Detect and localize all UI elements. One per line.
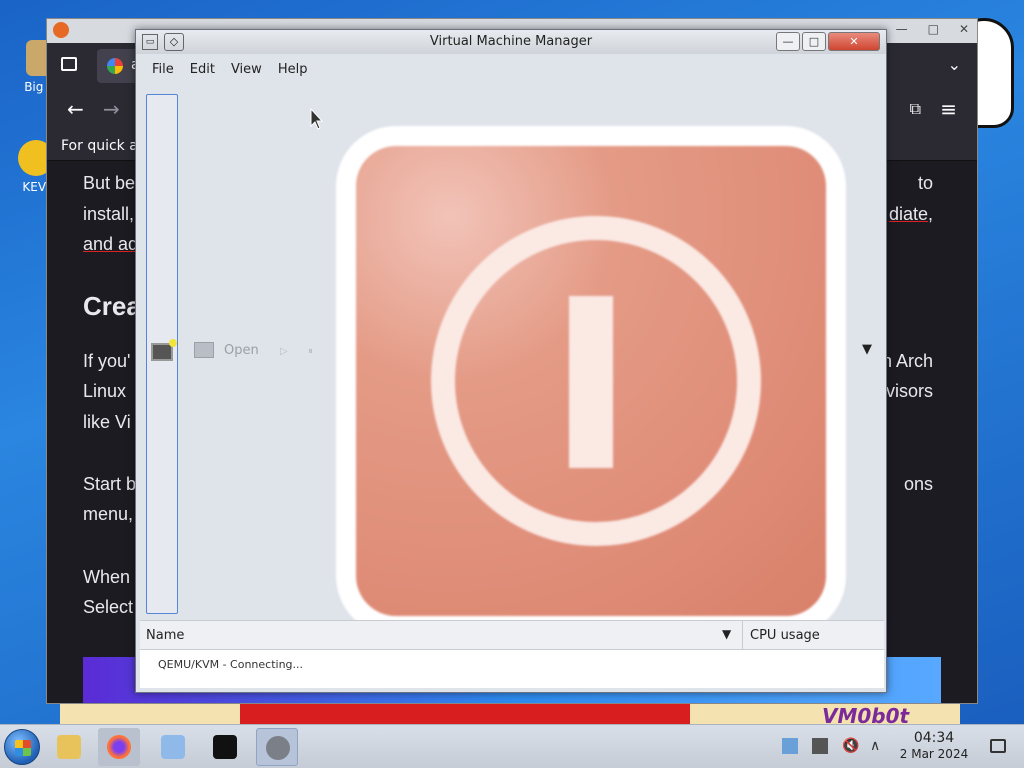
new-vm-button[interactable] (146, 94, 178, 614)
article-heading: Crea (83, 291, 141, 321)
back-arrow-icon[interactable]: ← (67, 97, 84, 121)
extensions-icon[interactable]: ⧉ (910, 99, 921, 119)
taskbar-file-manager[interactable] (48, 728, 90, 766)
menu-edit[interactable]: Edit (182, 58, 223, 81)
vmm-window-buttons: — □ ✕ (776, 32, 880, 51)
notes-icon[interactable] (812, 738, 828, 754)
column-header-cpu[interactable]: CPU usage (750, 628, 820, 643)
firefox-icon (107, 735, 131, 759)
article-text: When (83, 567, 131, 587)
vmm-title: Virtual Machine Manager (429, 34, 593, 49)
article-link[interactable]: and ad (83, 234, 138, 255)
monitor-icon (194, 342, 214, 358)
wallpaper-logo-text: VM0b0t (822, 704, 910, 724)
minimize-icon[interactable]: — (896, 22, 908, 36)
pause-icon[interactable]: ⏸ (308, 346, 313, 357)
hamburger-menu-icon[interactable]: ≡ (940, 97, 957, 121)
power-icon-overlay (336, 126, 846, 636)
article-text: But be (83, 173, 136, 193)
google-icon (107, 58, 123, 74)
article-text: Linux (83, 381, 127, 401)
article-link[interactable]: diate, (889, 204, 933, 225)
folder-icon (57, 735, 81, 759)
vmm-menubar: File Edit View Help (136, 54, 886, 84)
power-icon-bar (569, 296, 613, 468)
run-icon[interactable]: ▷ (280, 346, 288, 357)
virt-manager-icon (266, 736, 290, 760)
speaker-muted-icon[interactable]: 🔇 (842, 738, 859, 754)
show-desktop-icon[interactable] (990, 739, 1006, 753)
vmm-titlebar[interactable]: ▭ ◇ Virtual Machine Manager — □ ✕ (136, 30, 886, 54)
article-text: like Vi (83, 412, 131, 432)
chevron-up-icon[interactable]: ∧ (870, 738, 886, 754)
column-header-name[interactable]: Name (146, 628, 184, 643)
new-vm-icon (151, 339, 177, 361)
browser-window-buttons: — □ ✕ (896, 22, 969, 36)
article-text: ons (903, 474, 933, 494)
taskbar-terminal[interactable] (204, 728, 246, 766)
firefox-icon (53, 22, 69, 38)
vm-list-header: Name ▼ CPU usage (140, 620, 884, 651)
window-menu-icon[interactable]: ▭ (142, 34, 158, 50)
shutdown-menu-arrow-icon[interactable]: ▼ (862, 342, 872, 357)
column-divider[interactable] (742, 621, 743, 651)
article-text: visors (885, 381, 933, 401)
start-button[interactable] (4, 729, 40, 765)
forward-arrow-icon[interactable]: → (103, 97, 120, 121)
clipboard-icon[interactable] (782, 738, 798, 754)
power-icon (356, 146, 826, 616)
pin-icon[interactable]: ◇ (164, 33, 184, 51)
open-button[interactable]: Open (194, 342, 259, 358)
article-text: Start b (83, 474, 137, 494)
vmm-window[interactable]: ▭ ◇ Virtual Machine Manager — □ ✕ File E… (135, 29, 887, 693)
clock-date: 2 Mar 2024 (899, 747, 969, 761)
tab-overview-icon[interactable] (61, 57, 77, 71)
desktop: VM0b0t Big De KEVI — □ ✕ a ⌄ ← → (0, 0, 1024, 724)
open-button-label: Open (224, 342, 259, 358)
vmm-toolbar: Open ▷ ⏸ ▼ (136, 84, 886, 636)
sort-arrow-icon[interactable]: ▼ (722, 627, 731, 641)
taskbar-firefox[interactable] (98, 728, 140, 766)
article-text: n Arch (881, 351, 933, 371)
close-button[interactable]: ✕ (828, 32, 880, 51)
vm-list: QEMU/KVM - Connecting... (140, 650, 884, 688)
menu-help[interactable]: Help (270, 58, 316, 81)
menu-file[interactable]: File (144, 58, 182, 81)
article-text: menu, (83, 504, 134, 524)
minimize-button[interactable]: — (776, 32, 800, 51)
article-text: If you' (83, 351, 131, 371)
list-item[interactable]: QEMU/KVM - Connecting... (158, 658, 303, 671)
terminal-icon (213, 735, 237, 759)
menu-view[interactable]: View (223, 58, 270, 81)
close-icon[interactable]: ✕ (959, 22, 969, 36)
control-panel-icon (161, 735, 185, 759)
taskbar-control-panel[interactable] (152, 728, 194, 766)
clock[interactable]: 04:34 2 Mar 2024 (890, 730, 978, 762)
maximize-button[interactable]: □ (802, 32, 826, 51)
article-text: to (917, 173, 933, 193)
article-text: Select (83, 597, 134, 617)
taskbar-virt-manager[interactable] (256, 728, 298, 766)
chevron-down-icon[interactable]: ⌄ (948, 55, 961, 74)
maximize-icon[interactable]: □ (928, 22, 939, 36)
article-text: install, (83, 204, 135, 224)
clock-time: 04:34 (913, 730, 955, 746)
taskbar: 🔇 ∧ 04:34 2 Mar 2024 (0, 724, 1024, 768)
windows-logo-icon (15, 740, 31, 756)
mouse-cursor-icon (310, 108, 324, 130)
